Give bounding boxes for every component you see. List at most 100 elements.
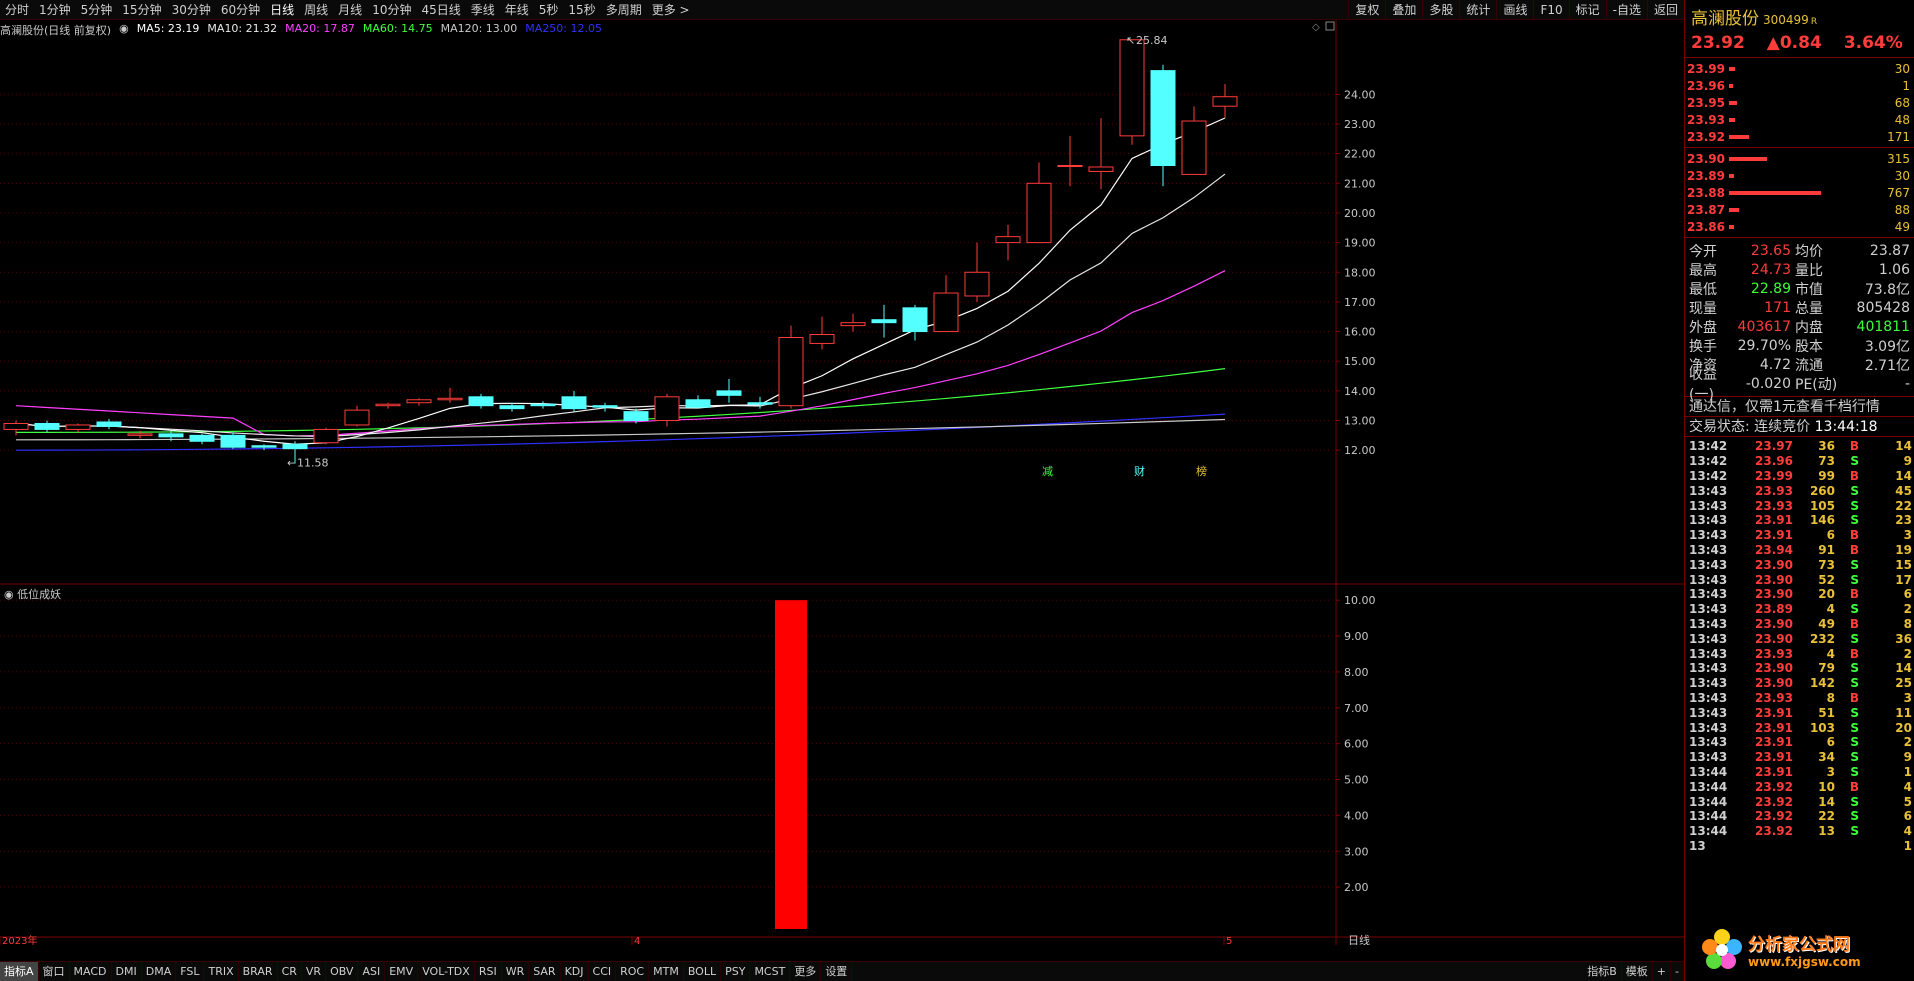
tick-volume: 142: [1809, 676, 1835, 691]
tick-row: 13:44 23.92 13 S 4: [1685, 824, 1914, 839]
indicator-tab[interactable]: WR: [502, 961, 530, 981]
tick-list[interactable]: 13:42 23.97 36 B 14 13:42 23.96 73 S 9 13:42 23.99 9…: [1685, 437, 1914, 853]
order-row[interactable]: 23.93 48: [1685, 111, 1914, 128]
indicator-tab[interactable]: MACD: [70, 961, 112, 981]
period-tab[interactable]: 45日线: [416, 0, 465, 20]
period-tab[interactable]: 1分钟: [34, 0, 76, 20]
indicator-tab-extra[interactable]: -: [1671, 961, 1684, 981]
indicator-tab[interactable]: MCST: [750, 961, 791, 981]
indicator-tab[interactable]: PSY: [721, 961, 751, 981]
event-marker[interactable]: 财: [1134, 464, 1145, 478]
order-row[interactable]: 23.87 88: [1685, 201, 1914, 218]
period-tab[interactable]: 10分钟: [367, 0, 416, 20]
tool-button[interactable]: 统计: [1459, 0, 1496, 19]
tool-button[interactable]: 标记: [1568, 0, 1606, 19]
order-price: 23.95: [1687, 95, 1725, 110]
order-row[interactable]: 23.95 68: [1685, 94, 1914, 111]
period-tab[interactable]: 5分钟: [76, 0, 118, 20]
period-tab[interactable]: 日线: [265, 0, 299, 20]
period-tab[interactable]: 多周期: [601, 0, 647, 20]
tool-button[interactable]: 复权: [1348, 0, 1385, 19]
period-tab[interactable]: 60分钟: [216, 0, 265, 20]
tick-volume: 6: [1826, 528, 1835, 543]
period-tab[interactable]: 季线: [466, 0, 500, 20]
candle-body: [468, 396, 494, 407]
tick-row: 13:43 23.91 6 B 3: [1685, 528, 1914, 543]
order-volume: 30: [1894, 168, 1910, 183]
indicator-tab[interactable]: BRAR: [239, 961, 278, 981]
period-tab[interactable]: 分时: [0, 0, 34, 20]
tool-button[interactable]: 返回: [1646, 0, 1684, 19]
candle-body: [1026, 182, 1052, 244]
indicator-tab[interactable]: SAR: [529, 961, 561, 981]
order-row[interactable]: 23.96 1: [1685, 77, 1914, 94]
order-price: 23.89: [1687, 168, 1725, 183]
event-marker[interactable]: 榜: [1196, 464, 1207, 478]
candle-body: [375, 403, 401, 407]
indicator-tab[interactable]: MTM: [649, 961, 684, 981]
stat-label: 总量: [1795, 300, 1823, 317]
tool-button[interactable]: -自选: [1605, 0, 1647, 19]
order-row[interactable]: 23.90 315: [1685, 150, 1914, 167]
candle-body: [65, 424, 91, 430]
indicator-tab[interactable]: 更多: [790, 961, 822, 981]
tool-button[interactable]: 画线: [1496, 0, 1533, 19]
period-tab[interactable]: 周线: [299, 0, 333, 20]
period-tab[interactable]: 15分钟: [117, 0, 166, 20]
indicator-tab-extra[interactable]: 模板: [1622, 961, 1653, 981]
tool-button[interactable]: 叠加: [1385, 0, 1422, 19]
indicator-tab[interactable]: CR: [278, 961, 302, 981]
order-row[interactable]: 23.92 171: [1685, 128, 1914, 145]
indicator-tab[interactable]: 设置: [821, 961, 853, 981]
order-row[interactable]: 23.99 30: [1685, 60, 1914, 77]
indicator-tab[interactable]: RSI: [475, 961, 502, 981]
tool-button[interactable]: 多股: [1422, 0, 1459, 19]
stat-label: 现量: [1689, 300, 1717, 317]
indicator-tab[interactable]: ROC: [616, 961, 650, 981]
indicator-tab[interactable]: EMV: [385, 961, 419, 981]
y-tick-label: 5.00: [1344, 774, 1369, 787]
period-tab[interactable]: 更多 >: [647, 0, 695, 20]
indicator-tab[interactable]: 窗口: [39, 961, 70, 981]
quote-panel: 高澜股份 300499 R 23.92 ▲0.84 3.64% 23.99 30 2…: [1684, 0, 1914, 981]
tool-button[interactable]: F10: [1533, 0, 1568, 19]
indicator-tab[interactable]: VOL-TDX: [418, 961, 475, 981]
tick-row: 13:43 23.93 105 S 22: [1685, 498, 1914, 513]
diamond-icon[interactable]: ◇: [1312, 22, 1320, 33]
stat-label: 内盘: [1795, 319, 1823, 336]
indicator-tab[interactable]: TRIX: [204, 961, 239, 981]
indicator-tab[interactable]: KDJ: [561, 961, 589, 981]
period-tab[interactable]: 15秒: [563, 0, 600, 20]
order-row[interactable]: 23.88 767: [1685, 184, 1914, 201]
period-tab[interactable]: 30分钟: [167, 0, 216, 20]
candlestick-chart[interactable]: 24.00 23.00 22.00 21.00 20.00 19.00 18.00 17.00…: [0, 20, 1684, 585]
event-marker[interactable]: 减: [1042, 465, 1053, 478]
order-row[interactable]: 23.89 30: [1685, 167, 1914, 184]
indicator-tab[interactable]: DMI: [112, 961, 142, 981]
candle-body: [1119, 39, 1145, 137]
tick-side: B: [1849, 616, 1859, 631]
indicator-tab[interactable]: DMA: [142, 961, 177, 981]
indicator-tab[interactable]: CCI: [589, 961, 617, 981]
tick-row: 13:42 23.96 73 S 9: [1685, 454, 1914, 469]
indicator-toggle-icon[interactable]: ◉: [4, 588, 14, 601]
indicator-tab[interactable]: FSL: [176, 961, 205, 981]
stat-value: 23.65: [1750, 242, 1791, 259]
info-message[interactable]: 通达信，仅需1元查看千档行情: [1685, 397, 1914, 417]
period-tab[interactable]: 月线: [333, 0, 367, 20]
order-row[interactable]: 23.86 49: [1685, 218, 1914, 235]
period-tab[interactable]: 5秒: [534, 0, 564, 20]
indicator-tab[interactable]: BOLL: [684, 961, 722, 981]
indicator-tab[interactable]: VR: [302, 961, 327, 981]
indicator-tab[interactable]: 指标A: [0, 961, 39, 981]
indicator-tab-extra[interactable]: +: [1653, 961, 1672, 981]
indicator-tab[interactable]: OBV: [326, 961, 359, 981]
indicator-tab-extra[interactable]: 指标B: [1583, 961, 1622, 981]
stock-name[interactable]: 高澜股份: [1691, 4, 1759, 29]
maximize-icon[interactable]: [1325, 21, 1335, 31]
indicator-chart[interactable]: 10.00 9.00 8.00 7.00 6.00 5.00 4.00 3.00 2.00 202…: [0, 585, 1684, 945]
indicator-tab[interactable]: ASI: [358, 961, 386, 981]
signal-bar: [775, 600, 807, 929]
low-price-label: 11.58: [297, 457, 329, 470]
period-tab[interactable]: 年线: [500, 0, 534, 20]
